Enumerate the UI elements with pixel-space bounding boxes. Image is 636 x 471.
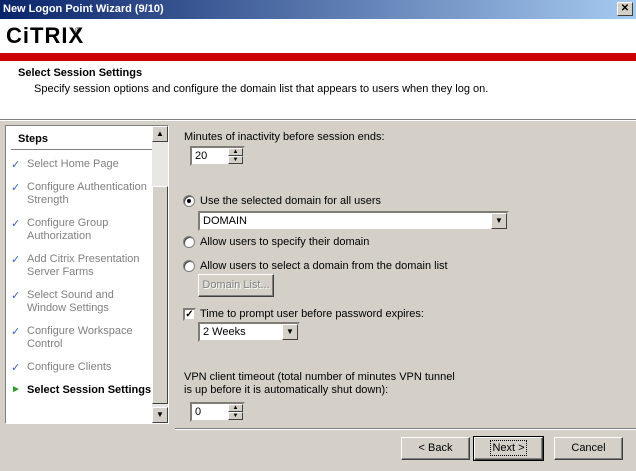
- scroll-thumb[interactable]: [152, 186, 168, 404]
- steps-panel: Steps ✓ Select Home Page ✓ Configure Aut…: [5, 125, 169, 424]
- inactivity-stepper[interactable]: 20 ▲ ▼: [190, 146, 245, 166]
- radio-domain-list[interactable]: [183, 260, 195, 272]
- page-description: Specify session options and configure th…: [34, 83, 489, 95]
- check-icon: ✓: [11, 182, 21, 194]
- back-button-label: < Back: [418, 442, 453, 454]
- password-prompt-select[interactable]: 2 Weeks ▼: [198, 322, 300, 342]
- domain-list-button[interactable]: Domain List...: [198, 274, 274, 297]
- scroll-up-icon[interactable]: ▲: [152, 126, 168, 142]
- page-title: Select Session Settings: [18, 67, 143, 79]
- check-icon: ✓: [11, 218, 21, 230]
- radio-selected-dot: [187, 199, 191, 203]
- increment-icon[interactable]: ▲: [228, 148, 243, 156]
- increment-icon[interactable]: ▲: [228, 404, 243, 412]
- check-icon: ✓: [11, 159, 21, 171]
- vpn-timeout-value: 0: [195, 406, 202, 418]
- steps-scrollbar[interactable]: ▲ ▼: [152, 126, 168, 423]
- step-label: Add Citrix Presentation Server Farms: [27, 253, 140, 278]
- step-label: Configure Group Authorization: [27, 217, 109, 242]
- wizard-header: CiTRIX ® Select Session Settings Specify…: [0, 19, 636, 119]
- chevron-down-icon[interactable]: ▼: [491, 213, 507, 229]
- scroll-down-icon[interactable]: ▼: [152, 407, 168, 423]
- current-step-arrow-icon: ►: [11, 384, 21, 395]
- stepper-arrows[interactable]: ▲ ▼: [228, 404, 243, 420]
- vpn-timeout-label-line2: is up before it is automatically shut do…: [184, 384, 389, 396]
- chevron-down-icon[interactable]: ▼: [282, 324, 298, 340]
- step-label: Select Home Page: [27, 158, 119, 170]
- stepper-arrows[interactable]: ▲ ▼: [228, 148, 243, 164]
- footer-divider: [175, 428, 636, 430]
- decrement-icon[interactable]: ▼: [228, 156, 243, 164]
- radio-use-selected-domain-label[interactable]: Use the selected domain for all users: [200, 195, 381, 207]
- window-title: New Logon Point Wizard (9/10): [3, 3, 164, 15]
- steps-divider: [11, 149, 154, 150]
- vpn-timeout-label-line1: VPN client timeout (total number of minu…: [184, 371, 455, 383]
- step-label: Configure Clients: [27, 361, 112, 373]
- close-icon[interactable]: ✕: [617, 2, 633, 16]
- domain-select-value: DOMAIN: [203, 215, 247, 227]
- steps-heading: Steps: [18, 133, 48, 145]
- check-icon: ✓: [11, 362, 21, 374]
- decrement-icon[interactable]: ▼: [228, 412, 243, 420]
- password-prompt-label[interactable]: Time to prompt user before password expi…: [200, 308, 424, 320]
- header-divider: [0, 119, 636, 121]
- radio-specify-domain[interactable]: [183, 236, 195, 248]
- radio-use-selected-domain[interactable]: [183, 195, 195, 207]
- password-prompt-checkbox[interactable]: ✓: [183, 308, 196, 321]
- step-label: Select Session Settings: [27, 384, 152, 396]
- check-icon: ✓: [11, 326, 21, 338]
- citrix-logo: CiTRIX: [6, 23, 85, 48]
- cancel-button[interactable]: Cancel: [554, 437, 623, 460]
- cancel-button-label: Cancel: [571, 442, 606, 454]
- radio-domain-list-label[interactable]: Allow users to select a domain from the …: [200, 260, 448, 272]
- radio-specify-domain-label[interactable]: Allow users to specify their domain: [200, 236, 369, 248]
- step-label: Configure Authentication Strength: [27, 181, 147, 206]
- domain-select[interactable]: DOMAIN ▼: [198, 211, 509, 231]
- vpn-timeout-stepper[interactable]: 0 ▲ ▼: [190, 402, 245, 422]
- step-label: Configure Workspace Control: [27, 325, 133, 350]
- next-button-label: Next >: [490, 440, 527, 456]
- inactivity-label: Minutes of inactivity before session end…: [184, 131, 385, 143]
- check-icon: ✓: [11, 254, 21, 266]
- logo-trademark: ®: [75, 26, 81, 35]
- brand-bar: [0, 53, 636, 61]
- step-label: Select Sound and Window Settings: [27, 289, 114, 314]
- inactivity-value: 20: [195, 150, 208, 162]
- title-bar: New Logon Point Wizard (9/10) ✕: [0, 0, 636, 19]
- check-icon: ✓: [11, 290, 21, 302]
- back-button[interactable]: < Back: [401, 437, 470, 460]
- next-button[interactable]: Next >: [473, 436, 544, 461]
- domain-list-button-label: Domain List...: [202, 279, 270, 291]
- password-prompt-value: 2 Weeks: [203, 326, 246, 338]
- checkmark-icon: ✓: [185, 309, 194, 320]
